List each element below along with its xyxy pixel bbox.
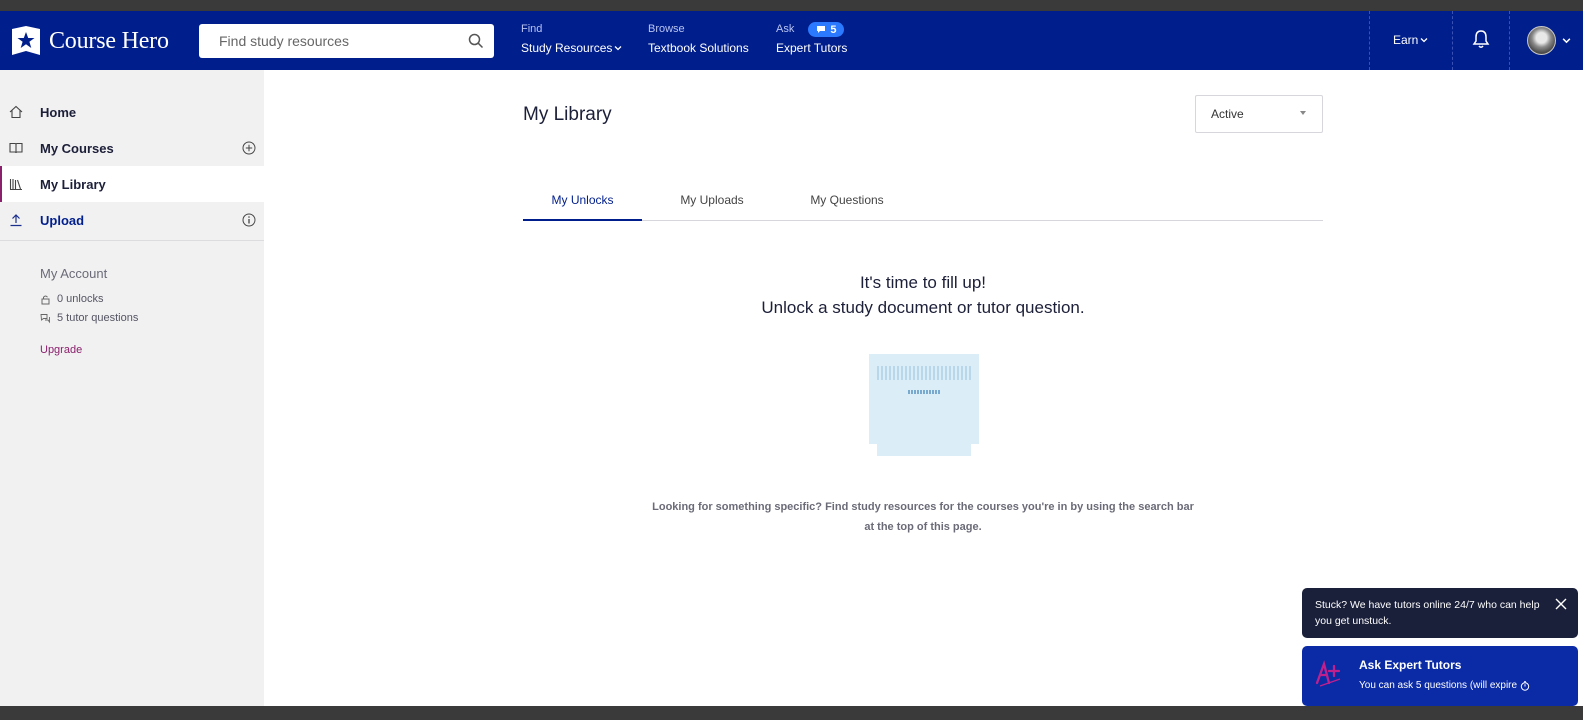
empty-state-subheading: Unlock a study document or tutor questio… — [761, 298, 1085, 317]
sidebar-item-home[interactable]: Home — [0, 94, 264, 130]
search-input[interactable] — [199, 24, 459, 58]
sidebar-divider — [0, 240, 264, 241]
tab-my-questions[interactable]: My Questions — [782, 185, 912, 221]
illustration-notch — [869, 444, 877, 456]
status-filter-select[interactable]: Active — [1195, 95, 1323, 133]
window-bottom-strip — [0, 706, 1583, 720]
expert-tutors-link[interactable]: Expert Tutors — [776, 41, 847, 55]
nav-browse-label: Browse — [648, 23, 685, 35]
ask-questions-remaining: You can ask 5 questions (will expire — [1359, 680, 1530, 691]
questions-badge-count: 5 — [830, 23, 837, 36]
tutor-questions-count: 5 tutor questions — [40, 312, 138, 324]
sidebar-item-label: Upload — [40, 212, 85, 228]
upgrade-link[interactable]: Upgrade — [40, 344, 82, 356]
lock-icon — [41, 295, 50, 304]
header-divider — [1509, 11, 1510, 70]
status-filter-value: Active — [1211, 107, 1244, 121]
earn-menu[interactable]: Earn — [1393, 33, 1428, 47]
nav-ask-label: Ask — [776, 23, 795, 35]
my-account-heading: My Account — [40, 266, 108, 281]
shield-star-icon — [12, 26, 40, 55]
nav-find[interactable]: Find Study Resources — [521, 22, 622, 55]
ask-expert-tutors-title: Ask Expert Tutors — [1359, 658, 1462, 672]
study-resources-label: Study Resources — [521, 41, 613, 55]
unlocks-label: 0 unlocks — [57, 293, 104, 305]
page-title: My Library — [523, 104, 612, 125]
sidebar-item-label: My Courses — [40, 140, 114, 156]
top-nav-bar: Course Hero Find Study Resources Browse … — [0, 11, 1583, 70]
ask-questions-text: You can ask 5 questions (will expire — [1359, 680, 1518, 691]
a-plus-icon — [1315, 660, 1341, 687]
nav-ask[interactable]: Ask 5 Expert Tutors — [776, 22, 847, 55]
chat-icon — [40, 313, 50, 323]
sidebar-item-my-courses[interactable]: My Courses — [0, 130, 264, 166]
chevron-down-icon — [1420, 38, 1428, 43]
library-icon — [9, 179, 22, 191]
window-top-strip — [0, 0, 1583, 11]
sidebar: Home My Courses My Library Upload My Acc… — [0, 70, 264, 706]
course-hero-logo[interactable]: Course Hero — [10, 25, 169, 57]
close-icon[interactable] — [1554, 597, 1568, 611]
search-bar — [199, 24, 494, 58]
tab-my-unlocks[interactable]: My Unlocks — [523, 185, 642, 221]
empty-library-illustration — [869, 354, 979, 456]
illustration-label — [908, 390, 940, 394]
sidebar-item-upload[interactable]: Upload — [0, 202, 264, 238]
bell-icon[interactable] — [1472, 29, 1490, 49]
caret-down-icon — [1300, 111, 1306, 115]
ask-expert-tutors-card[interactable]: Ask Expert Tutors You can ask 5 question… — [1302, 646, 1578, 706]
expert-tutors-label: Expert Tutors — [776, 41, 848, 55]
sidebar-item-label: My Library — [40, 176, 106, 192]
tab-my-uploads[interactable]: My Uploads — [652, 185, 772, 221]
sidebar-item-label: Home — [40, 104, 77, 120]
info-icon[interactable] — [242, 213, 256, 227]
avatar[interactable] — [1527, 26, 1556, 55]
illustration-shelf — [877, 366, 971, 380]
search-icon[interactable] — [467, 32, 485, 50]
chevron-down-icon[interactable] — [1562, 36, 1571, 45]
earn-label: Earn — [1393, 33, 1419, 47]
library-tabs: My Unlocks My Uploads My Questions — [523, 185, 1323, 221]
nav-browse[interactable]: Browse Textbook Solutions — [648, 22, 749, 55]
tutor-help-toast: Stuck? We have tutors online 24/7 who ca… — [1302, 588, 1578, 638]
tutor-help-text: Stuck? We have tutors online 24/7 who ca… — [1315, 599, 1540, 627]
questions-badge: 5 — [808, 22, 845, 37]
header-divider — [1452, 11, 1453, 70]
logo-text: Course Hero — [49, 27, 169, 54]
home-icon — [9, 105, 23, 119]
tutor-questions-label: 5 tutor questions — [57, 312, 139, 324]
upload-icon — [10, 214, 22, 227]
chat-bubble-icon — [817, 26, 826, 33]
textbook-solutions-label: Textbook Solutions — [648, 41, 749, 55]
empty-state-heading: It's time to fill up! — [859, 273, 987, 292]
illustration-notch — [971, 444, 979, 456]
textbook-solutions-link[interactable]: Textbook Solutions — [648, 41, 749, 55]
chevron-down-icon — [614, 46, 622, 51]
study-resources-link[interactable]: Study Resources — [521, 41, 622, 55]
nav-find-label: Find — [521, 23, 543, 35]
empty-state-help-text: Looking for something specific? Find stu… — [652, 501, 1194, 533]
add-course-icon[interactable] — [242, 141, 256, 155]
sidebar-item-my-library[interactable]: My Library — [0, 166, 264, 202]
header-divider — [1369, 11, 1370, 70]
unlocks-count: 0 unlocks — [40, 293, 103, 305]
timer-icon — [1520, 680, 1530, 691]
book-icon — [9, 142, 23, 154]
